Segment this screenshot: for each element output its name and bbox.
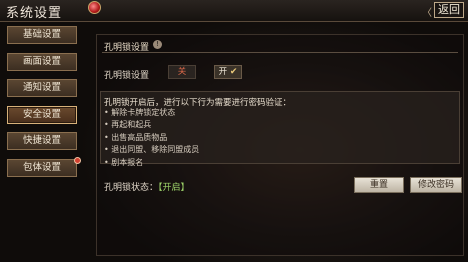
- sidebar-item-shortcut[interactable]: 快捷设置: [7, 132, 77, 150]
- checkmark-icon: ✔: [229, 67, 238, 77]
- top-bar: [0, 0, 468, 22]
- sidebar-item-security[interactable]: 安全设置: [7, 105, 77, 124]
- back-arrow-icon: 〈: [422, 8, 432, 19]
- lock-setting-label: 孔明锁设置: [104, 71, 150, 81]
- sidebar-item-display[interactable]: 画面设置: [7, 52, 77, 71]
- list-item: 解除卡牌锁定状态: [104, 107, 199, 119]
- reset-button[interactable]: 重置: [354, 177, 404, 193]
- page-title: 系统设置: [6, 6, 63, 21]
- lock-on-option[interactable]: 开 ✔: [214, 65, 242, 79]
- sidebar-item-package[interactable]: 包体设置: [7, 156, 81, 177]
- lock-status: 孔明锁状态：【开启】: [104, 180, 190, 193]
- list-item: 再起和起兵: [104, 119, 199, 131]
- status-label: 孔明锁状态：: [104, 183, 159, 193]
- red-dot-badge: [74, 156, 81, 164]
- list-item: 退出同盟、移除同盟成员: [104, 144, 199, 156]
- sidebar-item-label: 包体设置: [22, 161, 61, 173]
- status-value: 【开启】: [158, 183, 190, 193]
- red-gem-icon: [88, 1, 101, 14]
- sidebar-item-notification[interactable]: 通知设置: [7, 79, 77, 97]
- sidebar-item-basic[interactable]: 基础设置: [7, 26, 77, 44]
- divider: [102, 52, 458, 53]
- lock-off-option[interactable]: 关: [168, 65, 196, 79]
- info-icon[interactable]: !: [153, 40, 162, 49]
- change-password-button[interactable]: 修改密码: [410, 177, 462, 193]
- back-button[interactable]: 返回: [434, 2, 464, 18]
- lock-on-label: 开: [218, 67, 228, 77]
- notice-list: 解除卡牌锁定状态 再起和起兵 出售高品质物品 退出同盟、移除同盟成员 剧本报名: [104, 107, 199, 169]
- list-item: 出售高品质物品: [104, 132, 199, 144]
- list-item: 剧本报名: [104, 157, 199, 169]
- sidebar-menu: 基础设置 画面设置 通知设置 安全设置 快捷设置 包体设置: [4, 26, 82, 185]
